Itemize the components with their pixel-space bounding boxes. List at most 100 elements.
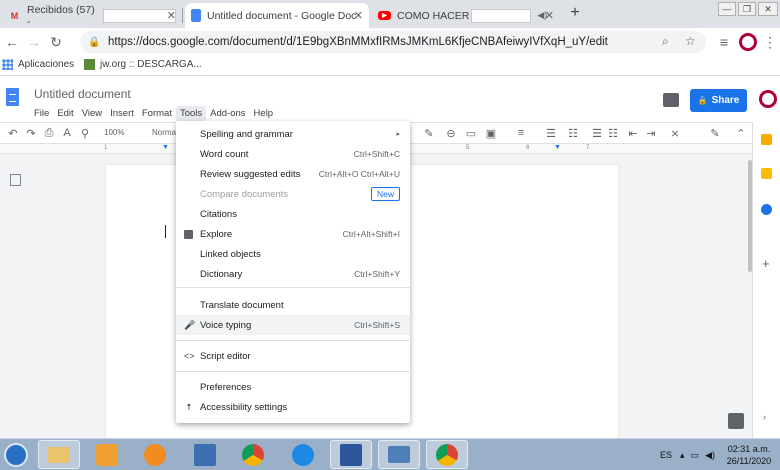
system-clock[interactable]: 02:31 a.m. 26/11/2020	[722, 443, 776, 467]
forward-arrow-icon[interactable]: →	[26, 34, 42, 50]
menu-item-voice-typing[interactable]: 🎤 Voice typing Ctrl+Shift+S	[176, 315, 410, 335]
bulleted-list-icon[interactable]: ☰	[590, 127, 604, 140]
close-icon[interactable]: ✕	[545, 9, 554, 22]
maximize-button[interactable]: ❐	[738, 2, 756, 16]
document-outline-icon[interactable]	[10, 174, 21, 186]
share-button[interactable]: 🔒 Share	[690, 89, 747, 112]
menu-format[interactable]: Format	[138, 106, 176, 121]
tab-youtube[interactable]: ▶ COMO HACER ◀) ✕	[372, 3, 560, 28]
menu-item-translate-document[interactable]: Translate document	[176, 295, 410, 315]
browser-menu-icon[interactable]: ⋮	[762, 34, 778, 50]
taskbar-remote-desktop[interactable]	[378, 440, 420, 469]
decrease-indent-icon[interactable]: ⇤	[626, 127, 640, 140]
bookmark-apps[interactable]: Aplicaciones	[2, 59, 74, 70]
menu-item-review-edits[interactable]: Review suggested edits Ctrl+Alt+O Ctrl+A…	[176, 164, 410, 184]
reload-icon[interactable]: ↻	[48, 34, 64, 50]
network-icon[interactable]: ▭	[691, 450, 700, 461]
add-addon-icon[interactable]: +	[762, 256, 770, 271]
menu-item-linked-objects[interactable]: Linked objects	[176, 244, 410, 264]
tab-gmail[interactable]: M Recibidos (57) - ✕	[2, 3, 183, 28]
menu-addons[interactable]: Add-ons	[206, 106, 249, 121]
right-indent-marker-icon[interactable]: ▼	[554, 144, 561, 151]
profile-avatar[interactable]	[739, 33, 757, 51]
explore-button[interactable]	[728, 413, 744, 429]
window-close-button[interactable]: ✕	[758, 2, 778, 16]
clear-formatting-icon[interactable]: ⨯	[668, 127, 682, 140]
taskbar-chrome-profile[interactable]	[426, 440, 468, 469]
close-icon[interactable]: ✕	[167, 9, 176, 22]
reading-list-icon[interactable]: ≡	[716, 34, 732, 50]
menu-item-dictionary[interactable]: Dictionary Ctrl+Shift+Y	[176, 264, 410, 284]
highlight-color-icon[interactable]: ✎	[422, 127, 436, 140]
menu-file[interactable]: File	[30, 106, 53, 121]
insert-comment-icon[interactable]: ▭	[464, 127, 478, 140]
collapse-menu-icon[interactable]: ⌃	[734, 127, 748, 140]
menu-item-explore[interactable]: Explore Ctrl+Alt+Shift+I	[176, 224, 410, 244]
taskbar-explorer[interactable]	[38, 440, 80, 469]
back-arrow-icon[interactable]: ←	[4, 34, 20, 50]
editing-mode-icon[interactable]: ✎	[708, 127, 722, 140]
line-spacing-icon[interactable]: ☰	[544, 127, 558, 140]
docs-logo-icon[interactable]	[6, 88, 19, 106]
menu-item-word-count[interactable]: Word count Ctrl+Shift+C	[176, 144, 410, 164]
settings-gear-icon	[144, 443, 166, 466]
menu-item-compare-documents[interactable]: Compare documents New	[176, 184, 410, 204]
keep-icon[interactable]	[761, 168, 772, 179]
new-badge: New	[370, 187, 400, 201]
spellcheck-icon[interactable]: A	[60, 127, 74, 139]
monitor-icon	[388, 446, 410, 463]
taskbar-internet-explorer[interactable]	[282, 440, 324, 469]
taskbar-word[interactable]	[330, 440, 372, 469]
insert-image-icon[interactable]: ▣	[484, 127, 498, 140]
account-avatar[interactable]	[759, 90, 777, 108]
menu-item-script-editor[interactable]: <> Script editor	[176, 346, 410, 366]
zoom-select[interactable]: 100%	[104, 128, 124, 137]
align-icon[interactable]: ≡	[514, 127, 528, 139]
tab-title: COMO HACER	[397, 9, 470, 22]
style-select[interactable]: Norma	[152, 128, 176, 137]
chevron-right-icon[interactable]: ›	[763, 412, 766, 422]
menu-item-accessibility-settings[interactable]: ☨ Accessibility settings	[176, 397, 410, 417]
comment-history-icon[interactable]	[663, 93, 679, 107]
menu-help[interactable]: Help	[250, 106, 278, 121]
close-icon[interactable]: ✕	[354, 9, 363, 22]
menu-insert[interactable]: Insert	[106, 106, 138, 121]
increase-indent-icon[interactable]: ⇥	[644, 127, 658, 140]
address-bar[interactable]: 🔒 https://docs.google.com/document/d/1E9…	[80, 31, 706, 53]
language-indicator[interactable]: ES	[660, 450, 672, 460]
start-button[interactable]	[0, 439, 32, 470]
taskbar-media-player[interactable]	[86, 440, 128, 469]
bookmark-jw[interactable]: jw.org :: DESCARGA...	[84, 59, 202, 70]
zoom-search-icon[interactable]: ⌕	[662, 34, 669, 49]
checklist-icon[interactable]: ☷	[566, 127, 580, 140]
chrome-icon	[436, 443, 458, 466]
taskbar-chrome[interactable]	[232, 440, 274, 469]
menu-view[interactable]: View	[78, 106, 106, 121]
new-tab-button[interactable]: +	[566, 4, 584, 22]
bookmark-star-icon[interactable]: ☆	[685, 34, 696, 48]
undo-icon[interactable]: ↶	[6, 127, 20, 140]
insert-link-icon[interactable]: ⊖	[444, 127, 458, 140]
menu-item-spelling-grammar[interactable]: Spelling and grammar ▸	[176, 124, 410, 144]
volume-icon[interactable]: ◀)	[705, 450, 715, 461]
paint-format-icon[interactable]: ⚲	[78, 127, 92, 140]
calendar-icon[interactable]	[761, 134, 772, 145]
taskbar-app-orange[interactable]	[134, 440, 176, 469]
explore-icon	[184, 229, 193, 239]
menu-edit[interactable]: Edit	[53, 106, 77, 121]
taskbar-app-tools[interactable]	[184, 440, 226, 469]
document-title[interactable]: Untitled document	[34, 87, 131, 101]
tasks-icon[interactable]	[761, 204, 772, 215]
redo-icon[interactable]: ↷	[24, 127, 38, 140]
numbered-list-icon[interactable]: ☷	[606, 127, 620, 140]
docs-header: Untitled document File Edit View Insert …	[0, 76, 780, 122]
indent-marker-icon[interactable]: ▼	[162, 144, 169, 151]
minimize-button[interactable]: —	[718, 2, 736, 16]
menu-item-preferences[interactable]: Preferences	[176, 377, 410, 397]
tab-google-docs[interactable]: Untitled document - Google Doc ✕	[185, 3, 369, 28]
menu-tools[interactable]: Tools	[175, 106, 207, 121]
submenu-arrow-icon: ▸	[396, 131, 400, 138]
menu-item-citations[interactable]: Citations	[176, 204, 410, 224]
print-icon[interactable]: ⎙	[42, 127, 56, 140]
tray-arrow-icon[interactable]: ▴	[680, 450, 685, 461]
